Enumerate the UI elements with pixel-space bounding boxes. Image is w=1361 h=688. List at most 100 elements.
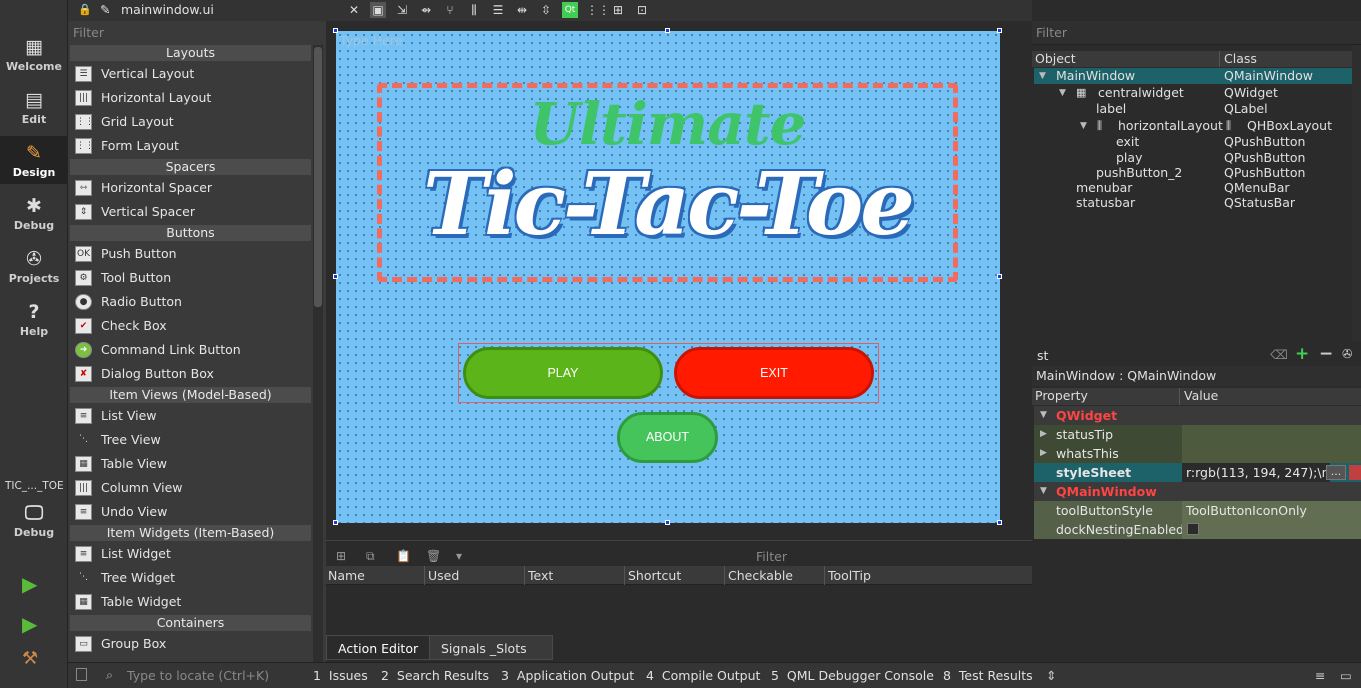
item-push-button[interactable]: OK Push Button: [70, 242, 311, 266]
collapse-arrow-icon[interactable]: ▼: [1059, 85, 1066, 101]
view-mode-icon[interactable]: ▾: [456, 549, 470, 563]
copy-action-icon[interactable]: ⧉: [366, 549, 380, 563]
col-shortcut[interactable]: Shortcut: [628, 568, 681, 583]
kit-selector[interactable]: 🖵 Debug: [0, 496, 68, 549]
item-command-link-button[interactable]: ➜ Command Link Button: [70, 338, 311, 362]
property-row-statustip[interactable]: ▶ statusTip: [1034, 425, 1361, 444]
run-icon[interactable]: ▶: [22, 572, 44, 596]
property-row-whatsthis[interactable]: ▶ whatsThis: [1034, 444, 1361, 463]
col-class[interactable]: Class: [1224, 51, 1257, 67]
reset-property-icon[interactable]: [1349, 465, 1361, 480]
toggle-sidebar-icon[interactable]: [76, 668, 87, 681]
mode-design[interactable]: ✎ Design: [0, 136, 68, 184]
category-containers[interactable]: Containers: [70, 615, 311, 631]
dock-nesting-checkbox[interactable]: [1187, 523, 1199, 535]
item-grid-layout[interactable]: ⋮⋮ Grid Layout: [70, 110, 311, 134]
object-row-pushbutton2[interactable]: pushButton_2 QPushButton: [1034, 165, 1354, 181]
mode-welcome[interactable]: ▦ Welcome: [0, 30, 68, 83]
document-name[interactable]: mainwindow.ui: [121, 2, 214, 17]
expand-arrow-icon[interactable]: ▶: [1040, 444, 1047, 463]
col-value[interactable]: Value: [1184, 388, 1218, 404]
widget-box-scrollbar-thumb[interactable]: [314, 47, 322, 307]
col-text[interactable]: Text: [528, 568, 553, 583]
category-layouts[interactable]: Layouts: [70, 45, 311, 61]
tab-signals-slots[interactable]: Signals _Slots E...: [429, 635, 553, 681]
col-checkable[interactable]: Checkable: [728, 568, 793, 583]
resize-handle[interactable]: [333, 274, 338, 279]
toggle-progress-icon[interactable]: ≡: [1315, 668, 1325, 683]
object-row-play[interactable]: play QPushButton: [1034, 150, 1354, 166]
col-tooltip[interactable]: ToolTip: [828, 568, 871, 583]
resize-handle[interactable]: [997, 520, 1002, 525]
property-group-qwidget[interactable]: ▼ QWidget: [1034, 406, 1361, 425]
more-panes-icon[interactable]: ⇕: [1046, 668, 1056, 683]
item-vertical-spacer[interactable]: ⇕ Vertical Spacer: [70, 200, 311, 224]
object-row-mainwindow[interactable]: ▼ MainWindow QMainWindow: [1034, 68, 1354, 84]
item-vertical-layout[interactable]: ☰ Vertical Layout: [70, 62, 311, 86]
locator-input[interactable]: Type to locate (Ctrl+K): [127, 668, 269, 683]
new-action-icon[interactable]: ⊞: [336, 549, 350, 563]
adjust-size-icon[interactable]: ⊡: [634, 2, 650, 18]
property-filter-input[interactable]: st: [1037, 348, 1048, 363]
item-list-widget[interactable]: ≡ List Widget: [70, 542, 311, 566]
item-check-box[interactable]: ✔ Check Box: [70, 314, 311, 338]
property-value[interactable]: [1182, 444, 1361, 463]
close-document-icon[interactable]: ✕: [346, 2, 362, 18]
pane-compile-output[interactable]: 4 Compile Output: [646, 668, 760, 683]
mode-edit[interactable]: ▤ Edit: [0, 83, 68, 136]
add-property-icon[interactable]: +: [1295, 344, 1309, 364]
resize-handle[interactable]: [997, 28, 1002, 33]
object-inspector-scrollbar[interactable]: [1352, 45, 1361, 341]
object-row-centralwidget[interactable]: ▼ ▦ centralwidget QWidget: [1034, 85, 1354, 101]
widget-filter-input[interactable]: Filter: [68, 23, 326, 43]
item-table-view[interactable]: ▦ Table View: [70, 452, 311, 476]
mode-projects[interactable]: ✇ Projects: [0, 242, 68, 295]
stylesheet-edit-button[interactable]: ...: [1326, 465, 1346, 480]
menubar-type-here[interactable]: Type Here: [340, 33, 402, 48]
property-row-toolbuttonstyle[interactable]: toolButtonStyle ToolButtonIconOnly: [1034, 501, 1361, 520]
action-filter-input[interactable]: Filter: [756, 549, 787, 564]
item-horizontal-layout[interactable]: ||| Horizontal Layout: [70, 86, 311, 110]
mode-help[interactable]: ? Help: [0, 295, 68, 348]
item-tool-button[interactable]: ⚙ Tool Button: [70, 266, 311, 290]
item-tree-view[interactable]: ⋱ Tree View: [70, 428, 311, 452]
toggle-output-icon[interactable]: ▭: [1340, 668, 1352, 683]
property-row-stylesheet[interactable]: styleSheet r:rgb(113, 194, 247);\n ...: [1034, 463, 1361, 482]
exit-button[interactable]: EXIT: [674, 347, 874, 399]
item-table-widget[interactable]: ▦ Table Widget: [70, 590, 311, 614]
col-property[interactable]: Property: [1035, 388, 1088, 404]
pane-test-results[interactable]: 8 Test Results: [943, 668, 1033, 683]
category-buttons[interactable]: Buttons: [70, 225, 311, 241]
resize-handle[interactable]: [333, 520, 338, 525]
remove-property-icon[interactable]: −: [1319, 344, 1333, 364]
about-button[interactable]: ABOUT: [617, 412, 718, 463]
layout-v-splitter-icon[interactable]: ⇳: [538, 2, 554, 18]
item-list-view[interactable]: ≡ List View: [70, 404, 311, 428]
pane-issues[interactable]: 1 Issues: [313, 668, 368, 683]
col-used[interactable]: Used: [428, 568, 459, 583]
qt-icon[interactable]: Qt: [562, 2, 578, 18]
item-horizontal-spacer[interactable]: ⇿ Horizontal Spacer: [70, 176, 311, 200]
edit-buddies-icon[interactable]: ⇴: [418, 2, 434, 18]
object-filter-input[interactable]: Filter: [1032, 21, 1361, 45]
collapse-arrow-icon[interactable]: ▼: [1040, 482, 1047, 501]
stylesheet-value[interactable]: r:rgb(113, 194, 247);\n: [1182, 463, 1330, 482]
category-item-views[interactable]: Item Views (Model-Based): [70, 387, 311, 403]
logo-label[interactable]: Ultimate Tic-Tac-Toe: [377, 83, 958, 282]
property-value[interactable]: [1182, 425, 1361, 444]
property-group-qmainwindow[interactable]: ▼ QMainWindow: [1034, 482, 1361, 501]
item-form-layout[interactable]: ⋮⋮ Form Layout: [70, 134, 311, 158]
collapse-arrow-icon[interactable]: ▼: [1080, 118, 1087, 134]
resize-handle[interactable]: [665, 520, 670, 525]
break-layout-icon[interactable]: ⊞: [610, 2, 626, 18]
clear-filter-icon[interactable]: ⌫: [1270, 347, 1288, 362]
expand-arrow-icon[interactable]: ▶: [1040, 425, 1047, 444]
build-hammer-icon[interactable]: ⚒: [22, 648, 44, 670]
object-row-statusbar[interactable]: statusbar QStatusBar: [1034, 195, 1354, 211]
pane-application-output[interactable]: 3 Application Output: [501, 668, 634, 683]
paste-action-icon[interactable]: 📋: [396, 549, 411, 563]
property-value[interactable]: ToolButtonIconOnly: [1182, 501, 1361, 520]
resize-handle[interactable]: [665, 28, 670, 33]
pane-qml-debugger[interactable]: 5 QML Debugger Console: [771, 668, 934, 683]
mode-debug[interactable]: ✱ Debug: [0, 189, 68, 242]
